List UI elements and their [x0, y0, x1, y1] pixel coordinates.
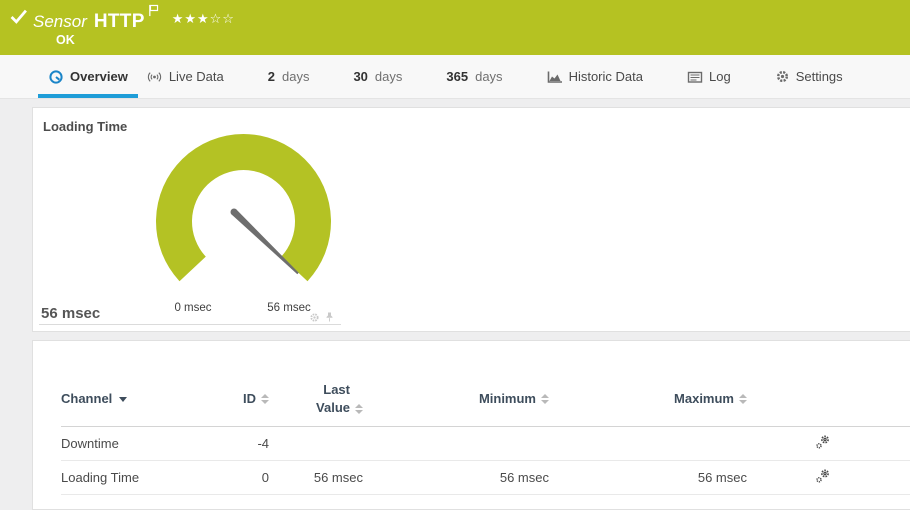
tab-settings[interactable]: Settings: [765, 55, 853, 98]
tab-30-days-number: 30: [353, 69, 367, 84]
cell-filler: [833, 461, 910, 495]
tab-365-days-unit: days: [475, 69, 502, 84]
column-header-id-label: ID: [243, 391, 256, 406]
ok-check-icon: [9, 8, 29, 30]
tab-log-label: Log: [709, 69, 731, 84]
channels-table: Channel ID Last Value Minimum Maximum: [61, 371, 910, 495]
gauge-arc: [156, 134, 331, 281]
tab-2-days-number: 2: [268, 69, 275, 84]
sensor-title: Sensor HTTP ★★★☆☆: [33, 4, 235, 33]
column-header-last-value[interactable]: Last Value: [269, 371, 363, 427]
sort-both-icon: [355, 404, 363, 414]
tab-365-days[interactable]: 365 days: [436, 55, 512, 98]
tab-live-data-label: Live Data: [169, 69, 224, 84]
area-chart-icon: [547, 69, 563, 85]
column-header-minimum[interactable]: Minimum: [363, 371, 549, 427]
tab-2-days-unit: days: [282, 69, 309, 84]
sensor-name: HTTP: [94, 11, 145, 32]
column-header-actions: [747, 371, 833, 427]
gauge-panel-title: Loading Time: [43, 119, 127, 134]
widget-settings-gear-icon[interactable]: [309, 310, 320, 328]
stars-empty: ☆☆: [210, 12, 235, 27]
sort-desc-icon: [119, 397, 127, 402]
column-header-channel-label: Channel: [61, 391, 112, 406]
flag-icon[interactable]: [148, 4, 160, 22]
widget-divider: [39, 324, 341, 325]
column-header-minimum-label: Minimum: [479, 391, 536, 406]
cell-channel[interactable]: Loading Time: [61, 461, 211, 495]
priority-stars[interactable]: ★★★☆☆: [172, 12, 235, 27]
channel-settings-gears-icon[interactable]: [815, 434, 833, 453]
cell-maximum: 56 msec: [549, 461, 747, 495]
gauge-min-label: 0 msec: [174, 302, 211, 314]
cell-channel[interactable]: Downtime: [61, 427, 211, 461]
log-list-icon: [687, 69, 703, 85]
column-header-last-value-label: Last Value: [304, 381, 350, 416]
tab-settings-label: Settings: [796, 69, 843, 84]
column-header-maximum-label: Maximum: [674, 391, 734, 406]
gauge-max-label: 56 msec: [267, 302, 310, 314]
cell-maximum: [549, 427, 747, 461]
tab-30-days-unit: days: [375, 69, 402, 84]
cell-last-value: [269, 427, 363, 461]
gauge-icon: [48, 69, 64, 85]
column-header-maximum[interactable]: Maximum: [549, 371, 747, 427]
cell-filler: [833, 427, 910, 461]
cell-minimum: [363, 427, 549, 461]
tab-365-days-number: 365: [446, 69, 468, 84]
tab-30-days[interactable]: 30 days: [343, 55, 412, 98]
widget-toolbar: [309, 310, 334, 328]
cell-id: -4: [211, 427, 269, 461]
sort-both-icon: [261, 394, 269, 404]
tab-bar: Overview Live Data 2 days 30 days 365 da…: [0, 55, 910, 99]
loading-time-gauge-panel: Loading Time 0 msec 56 msec 56 msec: [32, 107, 910, 332]
tab-overview-label: Overview: [70, 69, 128, 84]
broadcast-icon: [146, 69, 163, 85]
column-header-channel[interactable]: Channel: [61, 371, 211, 427]
widget-pin-icon[interactable]: [325, 310, 334, 328]
sensor-type-label: Sensor: [33, 12, 87, 31]
tab-historic-data[interactable]: Historic Data: [537, 55, 653, 98]
tab-overview[interactable]: Overview: [38, 55, 138, 98]
table-row-downtime[interactable]: Downtime -4: [61, 427, 910, 461]
column-header-filler: [833, 371, 910, 427]
cell-minimum: 56 msec: [363, 461, 549, 495]
stars-filled: ★★★: [172, 12, 210, 27]
cell-last-value: 56 msec: [269, 461, 363, 495]
channels-table-panel: Channel ID Last Value Minimum Maximum: [32, 340, 910, 510]
table-row-loading-time[interactable]: Loading Time 0 56 msec 56 msec 56 msec: [61, 461, 910, 495]
sort-both-icon: [739, 394, 747, 404]
tab-live-data[interactable]: Live Data: [136, 55, 234, 98]
gear-icon: [775, 69, 790, 84]
table-header-row: Channel ID Last Value Minimum Maximum: [61, 371, 910, 427]
tab-log[interactable]: Log: [677, 55, 741, 98]
column-header-id[interactable]: ID: [211, 371, 269, 427]
gauge-current-value: 56 msec: [41, 305, 100, 322]
gauge-needle: [232, 210, 299, 275]
channel-settings-gears-icon[interactable]: [815, 468, 833, 487]
cell-id: 0: [211, 461, 269, 495]
status-badge: OK: [56, 33, 75, 47]
sort-both-icon: [541, 394, 549, 404]
loading-time-gauge: [141, 124, 346, 314]
tab-2-days[interactable]: 2 days: [258, 55, 320, 98]
tab-historic-data-label: Historic Data: [569, 69, 643, 84]
gauge-needle-hub: [231, 209, 238, 216]
sensor-status-header: Sensor HTTP ★★★☆☆ OK: [0, 0, 910, 55]
